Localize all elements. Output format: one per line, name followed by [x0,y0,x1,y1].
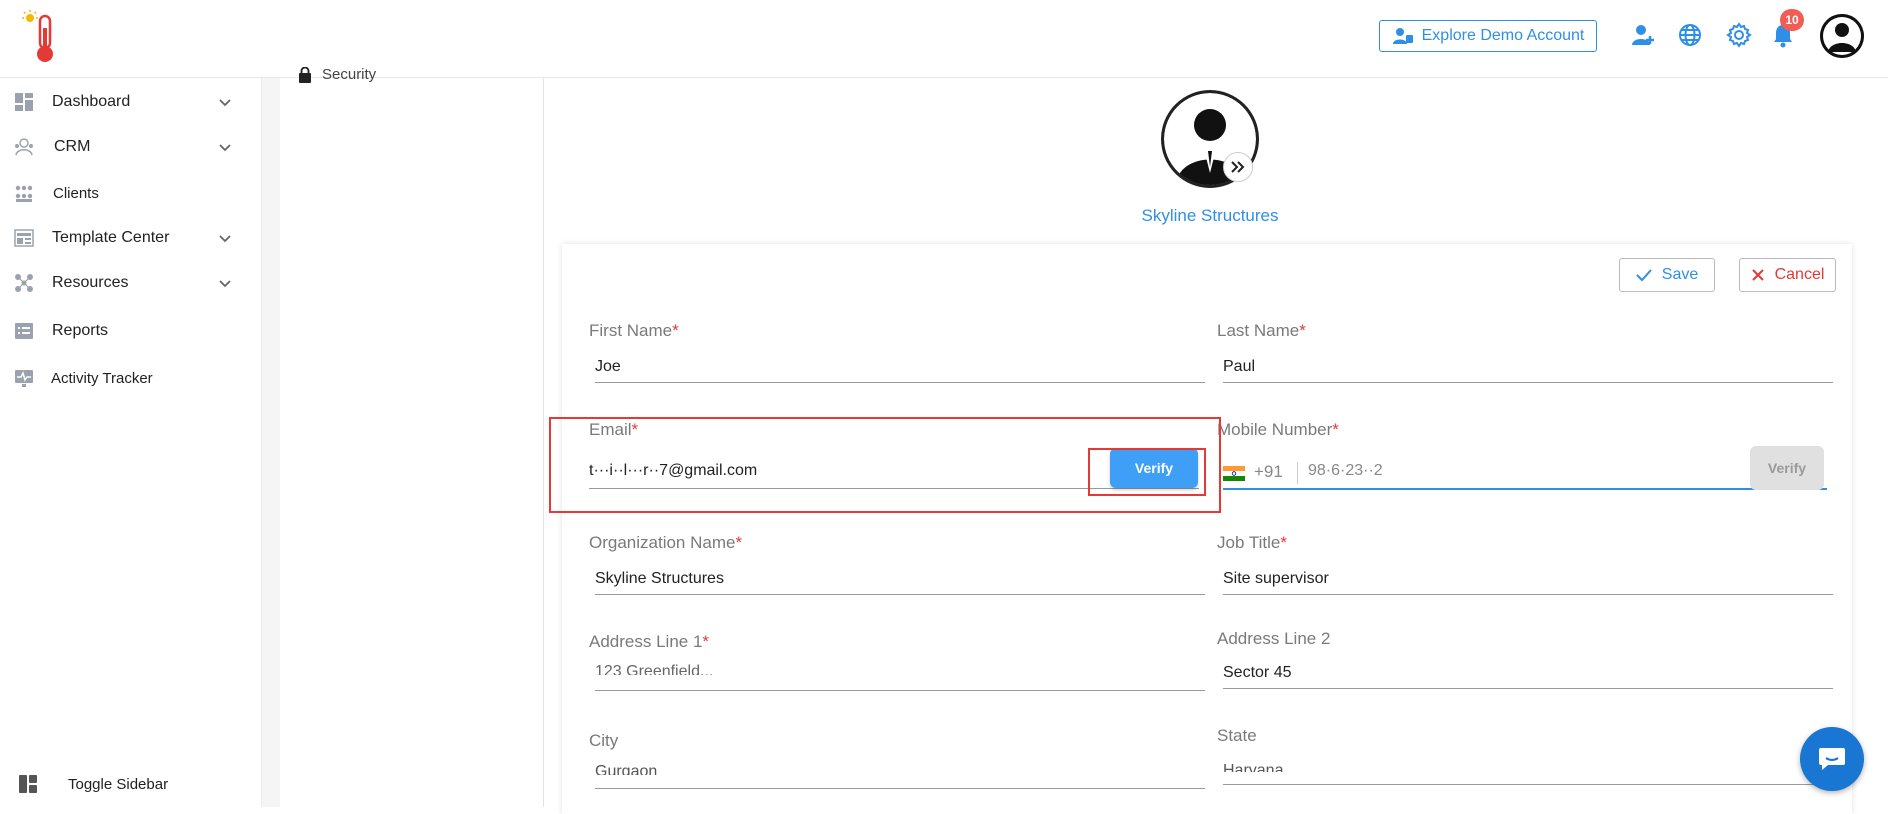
verify-highlight-box [1088,448,1206,496]
sidebar-toggle-icon [19,775,37,793]
sidebar-item-clients[interactable]: Clients [0,173,262,213]
sidebar-item-label: Activity Tracker [51,369,153,387]
settings-menu-panel: Security [280,66,544,807]
sidebar-item-label: Dashboard [52,93,131,110]
address-line-1-field[interactable]: 123 Greenfield... [595,663,713,675]
job-title-underline [1223,594,1833,595]
add-user-icon[interactable] [1630,22,1656,48]
chevron-down-icon[interactable] [218,95,232,109]
sidebar-item-reports[interactable]: Reports [0,311,262,351]
toggle-sidebar-label: Toggle Sidebar [68,775,169,793]
app-logo-icon[interactable] [14,8,72,66]
country-code[interactable]: +91 [1254,462,1283,482]
first-name-field[interactable]: Joe [595,358,621,376]
globe-icon[interactable] [1677,22,1703,48]
organization-name-label: Organization Name* [589,533,743,552]
notification-badge: 10 [1780,9,1804,31]
save-button[interactable]: Save [1619,258,1715,292]
security-label: Security [322,66,377,83]
organization-underline [595,594,1205,595]
sidebar-item-crm[interactable]: CRM [0,127,262,167]
sidebar-item-label: Resources [52,274,129,291]
state-label: State [1217,726,1257,745]
chat-icon [1819,748,1845,770]
first-name-underline [595,382,1205,383]
address-line-2-label: Address Line 2 [1217,629,1331,648]
panel-gutter [262,78,280,807]
chat-button[interactable] [1800,727,1864,791]
crm-icon [15,138,33,156]
verify-mobile-button[interactable]: Verify [1750,446,1824,490]
mobile-number-label: Mobile Number* [1217,420,1339,439]
address-2-underline [1223,688,1833,689]
job-title-field[interactable]: Site supervisor [1223,570,1329,588]
gear-icon[interactable] [1726,22,1752,48]
organization-name-field[interactable]: Skyline Structures [595,570,724,588]
country-code-divider [1297,462,1298,484]
company-name: Skyline Structures [1141,206,1279,225]
change-avatar-button[interactable] [1223,152,1253,182]
cancel-button[interactable]: Cancel [1739,258,1836,292]
state-underline [1223,784,1823,785]
resources-icon [15,274,33,292]
clients-icon [15,185,33,202]
mobile-underline [1223,488,1827,490]
user-badge-icon [1392,28,1413,44]
double-chevron-right-icon [1231,161,1245,173]
last-name-underline [1223,382,1833,383]
sidebar: Dashboard CRM Clients Template Center Re… [0,78,262,807]
chevron-down-icon[interactable] [218,140,232,154]
reports-icon [15,323,33,339]
profile-form-card: Save Cancel First Name* Joe Last Name* P… [562,244,1852,814]
last-name-field[interactable]: Paul [1223,358,1255,376]
sidebar-item-label: Reports [52,322,109,339]
job-title-label: Job Title* [1217,533,1287,552]
sidebar-item-label: Template Center [52,229,170,246]
sidebar-item-activity-tracker[interactable]: Activity Tracker [0,358,262,398]
user-avatar[interactable] [1820,14,1864,58]
explore-demo-account-button[interactable]: Explore Demo Account [1379,20,1597,52]
sidebar-item-label: Clients [53,184,99,202]
settings-item-security[interactable]: Security [298,66,376,83]
city-label: City [589,731,619,750]
chevron-down-icon[interactable] [218,276,232,290]
chevron-down-icon[interactable] [218,231,232,245]
save-label: Save [1661,266,1699,283]
address-line-2-field[interactable]: Sector 45 [1223,664,1291,682]
sidebar-item-template-center[interactable]: Template Center [0,218,262,258]
address-1-underline [595,690,1205,691]
explore-demo-label: Explore Demo Account [1421,27,1585,44]
activity-icon [15,370,33,387]
cancel-label: Cancel [1774,266,1825,283]
sidebar-item-dashboard[interactable]: Dashboard [0,82,262,122]
first-name-label: First Name* [589,321,679,340]
mobile-number-field[interactable]: 98·6·23··2 [1308,462,1383,480]
sidebar-item-resources[interactable]: Resources [0,263,262,303]
close-icon [1751,269,1764,281]
toggle-sidebar-button[interactable]: Toggle Sidebar [0,764,262,804]
state-field[interactable]: Haryana [1223,762,1283,772]
check-icon [1636,269,1652,282]
last-name-label: Last Name* [1217,321,1306,340]
city-underline [595,788,1205,789]
lock-icon [299,66,311,83]
india-flag-icon[interactable] [1223,466,1245,481]
city-field[interactable]: Gurgaon [595,763,657,775]
address-line-1-label: Address Line 1* [589,632,710,651]
template-icon [14,229,34,247]
sidebar-item-label: CRM [54,138,91,155]
top-bar: Explore Demo Account 10 [0,0,1888,78]
dashboard-icon [15,93,33,111]
